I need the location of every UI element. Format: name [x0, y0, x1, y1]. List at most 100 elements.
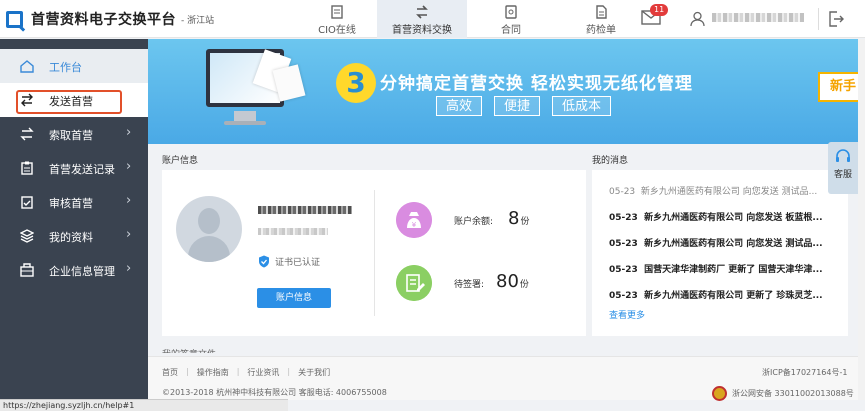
message-date: 05-23	[609, 187, 636, 197]
banner-slogan: 分钟搞定首营交换 轻松实现无纸化管理	[380, 74, 693, 94]
banner-tag: 低成本	[552, 96, 612, 116]
customer-service-label: 客服	[833, 170, 852, 180]
message-date: 05-23	[609, 265, 638, 275]
account-info-button[interactable]: 账户信息	[257, 288, 331, 308]
sidebar-item-workbench[interactable]: 工作台	[0, 49, 148, 83]
sidebar-item-audit[interactable]: 审核首营 ›	[0, 185, 148, 219]
top-navbar: 首营资料电子交换平台 - 浙江站 CIO在线 首营资料交换 合同 药检单 11	[0, 0, 865, 38]
cert-status-label: 证书已认证	[275, 258, 321, 268]
company-icon	[20, 263, 34, 277]
messages-section-title: 我的消息	[592, 156, 629, 166]
shield-check-icon	[259, 255, 269, 268]
banner-tag: 便捷	[494, 96, 541, 116]
nav-tab-cio[interactable]: CIO在线	[292, 0, 382, 38]
svg-text:¥: ¥	[412, 221, 417, 229]
message-text: 国营天津华津制药厂 更新了 国营天津华津...	[644, 265, 823, 275]
sign-document-icon	[396, 265, 432, 301]
browser-status-url: https://zhejiang.syzljh.cn/help#1	[0, 399, 288, 411]
scrollbar[interactable]	[858, 39, 865, 400]
copyright: ©2013-2018 杭州神中科技有限公司 客服电话: 4006755008	[162, 388, 387, 397]
message-date: 05-23	[609, 239, 638, 249]
pending-label: 待签署:	[454, 280, 485, 290]
user-name-blurred[interactable]	[712, 13, 804, 22]
logo-mark-icon	[6, 10, 23, 28]
promo-banner[interactable]: 3 分钟搞定首营交换 轻松实现无纸化管理 高效 便捷 低成本 新手	[148, 39, 865, 144]
balance-value: 8份	[508, 208, 529, 229]
computer-base	[224, 121, 266, 125]
icp-record[interactable]: 浙ICP备17027164号-1	[762, 367, 847, 378]
sidebar-item-label: 工作台	[49, 61, 82, 74]
sidebar-item-request[interactable]: 索取首营 ›	[0, 117, 148, 151]
footer-separator: |	[236, 367, 240, 376]
view-more-link[interactable]: 查看更多	[609, 308, 645, 321]
message-text: 新乡九州通医药有限公司 更新了 珍珠灵芝...	[644, 291, 823, 301]
chevron-right-icon: ›	[126, 125, 132, 140]
account-card: 证书已认证 账户信息 ¥ 账户余额: 8份 待签署: 80份	[162, 170, 586, 336]
police-record-text: 浙公网安备 33011002013088号	[732, 389, 854, 398]
logout-icon[interactable]	[828, 11, 844, 27]
exchange-icon	[416, 5, 428, 19]
user-icon[interactable]	[690, 11, 705, 26]
contract-icon	[505, 5, 517, 19]
customer-service-float[interactable]: 客服	[828, 142, 858, 194]
message-item[interactable]: 05-23 新乡九州通医药有限公司 向您发送 测试品...	[609, 184, 817, 197]
cert-status: 证书已认证	[258, 255, 320, 268]
request-icon	[20, 127, 34, 141]
message-date: 05-23	[609, 291, 638, 301]
account-id-blurred	[258, 228, 328, 235]
footer-separator: |	[186, 367, 189, 376]
footer-links: 首页 | 操作指南 | 行业资讯 | 关于我们	[162, 367, 338, 378]
chevron-right-icon: ›	[126, 261, 132, 276]
sidebar-item-my-data[interactable]: 我的资料 ›	[0, 219, 148, 253]
home-icon	[20, 60, 34, 73]
sidebar-item-company-info[interactable]: 企业信息管理 ›	[0, 253, 148, 287]
footer-link-news[interactable]: 行业资讯	[247, 367, 279, 378]
message-item[interactable]: 05-23 新乡九州通医药有限公司 向您发送 板蓝根...	[609, 210, 823, 223]
pending-value: 80份	[496, 271, 529, 292]
message-item[interactable]: 05-23 国营天津华津制药厂 更新了 国营天津华津...	[609, 262, 823, 275]
nav-tab-label: 药检单	[586, 25, 616, 36]
sidebar-item-label: 审核首营	[49, 197, 93, 210]
pending-number: 80	[496, 271, 519, 292]
drug-report-icon	[596, 5, 607, 19]
banner-tag: 高效	[436, 96, 483, 116]
footer-separator: |	[287, 367, 291, 376]
avatar	[176, 196, 242, 262]
money-bag-icon: ¥	[396, 202, 432, 238]
footer-link-home[interactable]: 首页	[162, 367, 178, 378]
logo[interactable]: 首营资料电子交换平台 - 浙江站	[6, 9, 214, 29]
balance-unit: 份	[520, 217, 530, 227]
nav-tab-contract[interactable]: 合同	[466, 0, 556, 38]
sidebar-item-label: 首营发送记录	[49, 163, 115, 176]
chevron-right-icon: ›	[126, 193, 132, 208]
police-record[interactable]: 浙公网安备 33011002013088号	[712, 386, 854, 401]
sidebar-item-label: 我的资料	[49, 231, 93, 244]
layers-icon	[20, 229, 34, 243]
account-divider	[374, 190, 375, 316]
app-title: 首营资料电子交换平台	[31, 12, 176, 28]
sidebar-item-label: 索取首营	[49, 129, 93, 142]
balance-number: 8	[508, 208, 520, 229]
record-icon	[21, 161, 33, 175]
chevron-right-icon: ›	[126, 159, 132, 174]
message-text: 新乡九州通医药有限公司 向您发送 测试品...	[640, 187, 818, 197]
banner-tags: 高效 便捷 低成本	[436, 96, 623, 116]
nav-tab-drug-report[interactable]: 药检单	[556, 0, 646, 38]
pending-unit: 份	[519, 280, 529, 290]
headset-icon	[836, 149, 850, 162]
message-text: 新乡九州通医药有限公司 向您发送 板蓝根...	[644, 213, 823, 223]
footer-link-about[interactable]: 关于我们	[298, 367, 330, 378]
messages-card: 05-23 新乡九州通医药有限公司 向您发送 测试品... 05-23 新乡九州…	[592, 170, 848, 336]
nav-tab-label: CIO在线	[318, 25, 356, 36]
station-label: - 浙江站	[181, 15, 215, 26]
nav-tab-exchange[interactable]: 首营资料交换	[377, 0, 467, 38]
message-item[interactable]: 05-23 新乡九州通医药有限公司 向您发送 测试品...	[609, 236, 823, 249]
header-divider	[818, 8, 819, 30]
nav-tab-label: 合同	[501, 25, 521, 36]
balance-label: 账户余额:	[454, 217, 494, 227]
message-item[interactable]: 05-23 新乡九州通医药有限公司 更新了 珍珠灵芝...	[609, 288, 823, 301]
audit-icon	[21, 196, 33, 209]
footer-link-guide[interactable]: 操作指南	[197, 367, 229, 378]
company-name-blurred	[258, 206, 352, 214]
sidebar-item-send-record[interactable]: 首营发送记录 ›	[0, 151, 148, 185]
